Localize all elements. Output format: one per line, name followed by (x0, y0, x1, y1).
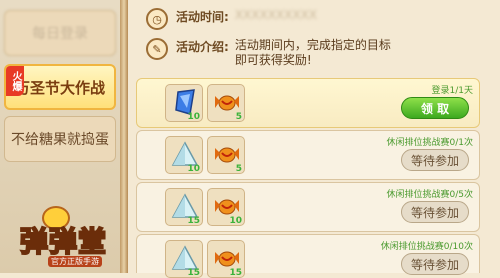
activity-intro-text: 活动期间内，完成指定的目标 即可获得奖励! (234, 38, 391, 67)
activity-intro-row: ✎ 活动介绍: 活动期间内，完成指定的目标 即可获得奖励! (146, 38, 391, 68)
reward-condition: 登录1/1天 (431, 86, 474, 96)
item-count: 10 (229, 216, 242, 226)
item-count: 5 (235, 112, 242, 122)
reward-row: 15 15 休闲排位挑战赛0/10次 等待参加 (136, 234, 480, 278)
item-count: 10 (187, 164, 200, 174)
sidebar-item-halloween-battle[interactable]: 火爆 万圣节大作战 (4, 64, 116, 110)
reward-slot[interactable]: 10 (207, 188, 245, 226)
sidebar-item-trick-or-treat[interactable]: 不给糖果就捣蛋 (4, 116, 116, 162)
reward-slot[interactable]: 15 (165, 188, 203, 226)
sidebar-item-daily-login[interactable]: 每日登录 (4, 10, 116, 56)
wait-button[interactable]: 等待参加 (401, 253, 469, 275)
item-count: 15 (187, 268, 200, 278)
claim-button[interactable]: 领 取 (401, 97, 469, 119)
sidebar-item-label: 不给糖果就捣蛋 (11, 132, 109, 148)
activity-time-label: 活动时间: (176, 10, 229, 24)
logo-subtitle: 官方正版手游 (48, 256, 102, 267)
reward-condition: 休闲排位挑战赛0/5次 (386, 190, 474, 200)
item-count: 15 (229, 268, 242, 278)
reward-condition: 休闲排位挑战赛0/1次 (386, 138, 474, 148)
activity-intro-label: 活动介绍: (176, 40, 229, 54)
activity-time-value: XXXXXXXXXX (234, 8, 318, 22)
item-count: 10 (187, 112, 200, 122)
scroll-icon: ✎ (146, 38, 168, 60)
activity-panel: ◷ 活动时间: XXXXXXXXXX ✎ 活动介绍: 活动期间内，完成指定的目标… (128, 0, 500, 278)
reward-slot[interactable]: 10 (165, 136, 203, 174)
sidebar: 每日登录 火爆 万圣节大作战 不给糖果就捣蛋 弹弹堂 官方正版手游 (0, 0, 120, 273)
reward-slot[interactable]: 5 (207, 136, 245, 174)
reward-row: 10 5 休闲排位挑战赛0/1次 等待参加 (136, 130, 480, 180)
wait-button[interactable]: 等待参加 (401, 201, 469, 223)
hot-badge: 火爆 (6, 66, 24, 96)
clock-icon: ◷ (146, 8, 168, 30)
reward-slot[interactable]: 5 (207, 84, 245, 122)
reward-slot[interactable]: 10 (165, 84, 203, 122)
reward-condition: 休闲排位挑战赛0/10次 (380, 242, 473, 252)
sidebar-item-label: 万圣节大作战 (14, 78, 105, 97)
wait-button[interactable]: 等待参加 (401, 149, 469, 171)
logo-title: 弹弹堂 (19, 224, 108, 259)
item-count: 5 (235, 164, 242, 174)
item-count: 15 (187, 216, 200, 226)
reward-row: 10 5 登录1/1天 领 取 (136, 78, 480, 128)
reward-slot[interactable]: 15 (165, 240, 203, 278)
activity-time-row: ◷ 活动时间: XXXXXXXXXX (146, 8, 317, 30)
reward-slot[interactable]: 15 (207, 240, 245, 278)
game-logo: 弹弹堂 官方正版手游 (2, 206, 124, 272)
sidebar-item-label: 每日登录 (32, 26, 88, 42)
panel-divider (120, 0, 128, 273)
reward-row: 15 10 休闲排位挑战赛0/5次 等待参加 (136, 182, 480, 232)
